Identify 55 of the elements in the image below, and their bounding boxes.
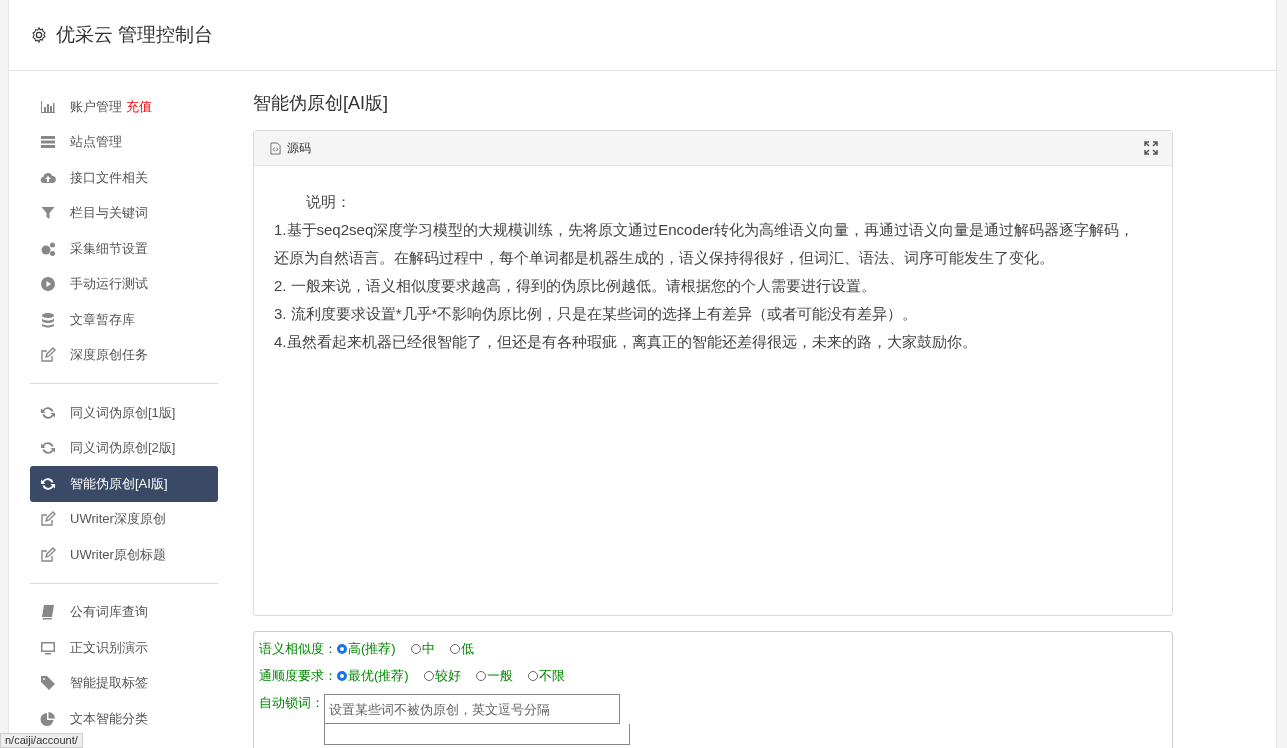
refresh-icon (40, 475, 56, 492)
page-title: 智能伪原创[AI版] (253, 92, 389, 115)
sidebar-item[interactable]: 智能伪原创[AI版] (30, 466, 218, 502)
monitor-icon (40, 639, 56, 656)
tag-icon (40, 675, 56, 692)
filter-icon (40, 205, 56, 222)
editor-text: 3. 流利度要求设置*几乎*不影响伪原比例，只是在某些词的选择上有差异（或者可能没有差异）。 (274, 304, 919, 324)
editor-text: 4.虽然看起来机器已经很智能了，但还是有各种瑕疵，离真正的智能还差得很远，未来的路，大家鼓励你。 (274, 332, 978, 352)
radio-option[interactable]: 最优(推荐) (337, 667, 409, 685)
editor-text: 2. 一般来说，语义相似度要求越高，得到的伪原比例越低。请根据您的个人需要进行设置。 (274, 276, 877, 296)
book-icon (40, 604, 56, 621)
sidebar-item[interactable]: 账户管理 充值 (30, 89, 218, 125)
url-tooltip: n/caiji/account/ (0, 733, 83, 748)
option-label: 自动锁词： (259, 694, 324, 712)
sidebar-item[interactable]: 正文识别演示 (30, 630, 218, 666)
sidebar-item[interactable]: 站点管理 (30, 124, 218, 160)
pie-icon (40, 710, 56, 727)
radio-option[interactable]: 低 (449, 640, 474, 658)
option-label: 通顺度要求： (259, 667, 337, 685)
sidebar-item[interactable]: 同义词伪原创[2版] (30, 430, 218, 466)
option-label: 语义相似度： (259, 640, 337, 658)
radio-option[interactable]: 一般 (475, 667, 513, 685)
sidebar-item[interactable]: 栏目与关键词 (30, 195, 218, 231)
sidebar-item[interactable]: 深度原创任务 (30, 337, 218, 373)
sidebar-item[interactable]: 文章暂存库 (30, 302, 218, 338)
editor-text: 1.基于seq2seq深度学习模型的大规模训练，先将原文通过Encoder转化为高维语义向量，再通过语义向量是通过解码器逐字解码，还原为自然语言。在解码过程中，每个单词都是机器生成的，语义保持得很好，但词汇、语法、词序可能发生了变化。 (274, 220, 1136, 268)
chart-icon (40, 98, 56, 115)
sidebar-item[interactable]: UWriter原创标题 (30, 537, 218, 573)
radio-option[interactable]: 中 (410, 640, 435, 658)
radio-option[interactable]: 较好 (423, 667, 461, 685)
settings-icon (30, 26, 48, 44)
edit-icon (40, 546, 56, 563)
sidebar-item[interactable]: UWriter深度原创 (30, 501, 218, 537)
radio-option[interactable]: 不限 (527, 667, 565, 685)
file-code-icon (270, 141, 281, 155)
edit-icon (40, 511, 56, 528)
sidebar-item[interactable]: 手动运行测试 (30, 266, 218, 302)
fullscreen-icon[interactable] (1144, 141, 1158, 155)
app-title: 优采云 管理控制台 (56, 23, 214, 47)
play-icon (40, 276, 56, 293)
database-icon (40, 311, 56, 328)
sidebar-item[interactable]: 采集细节设置 (30, 231, 218, 267)
radio-option[interactable]: 高(推荐) (337, 640, 396, 658)
sidebar-item[interactable]: 接口文件相关 (30, 160, 218, 196)
edit-icon (40, 347, 56, 364)
source-button[interactable]: 源码 (268, 137, 313, 159)
sidebar-item[interactable]: 同义词伪原创[1版] (30, 395, 218, 431)
editor-text: 说明： (305, 192, 352, 212)
server-icon (40, 134, 56, 151)
refresh-icon (40, 440, 56, 457)
input-field[interactable] (324, 724, 630, 745)
refresh-icon (40, 404, 56, 421)
input-field[interactable]: 设置某些词不被伪原创，英文逗号分隔 (324, 694, 620, 724)
sidebar-item[interactable]: 智能提取标签 (30, 665, 218, 701)
sidebar-item[interactable]: 公有词库查询 (30, 594, 218, 630)
